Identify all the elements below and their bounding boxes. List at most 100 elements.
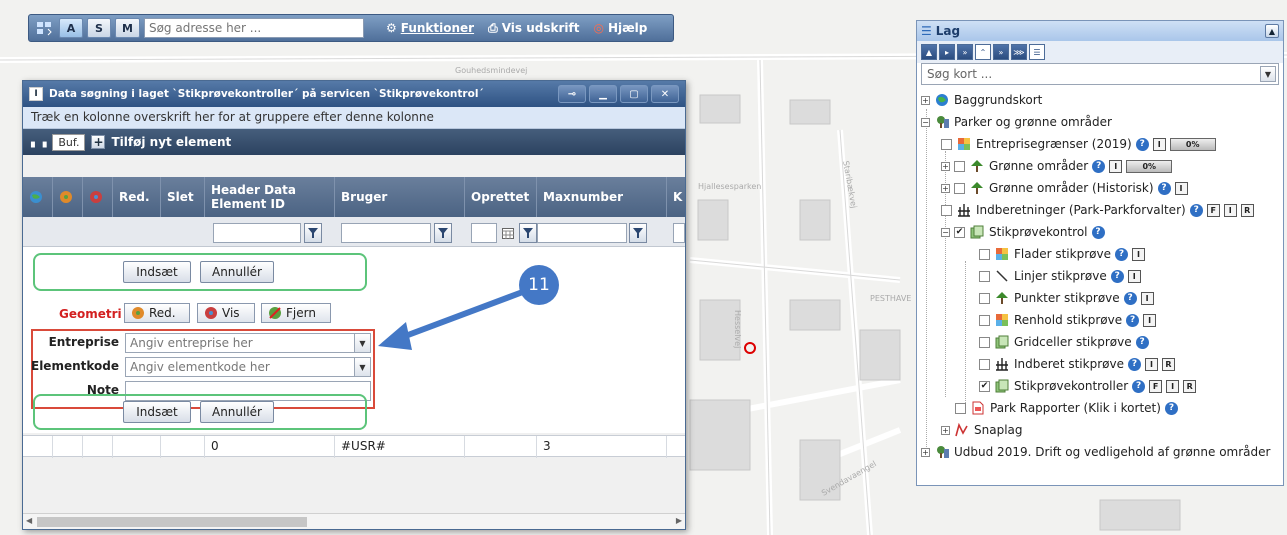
filter-header-id-input[interactable] [213,223,301,243]
expand-icon[interactable]: + [941,161,950,171]
layer-node-stikproevekontrol[interactable]: − ✔ Stikprøvekontrol ? [941,221,1105,243]
help-icon[interactable]: ? [1092,159,1106,173]
layer-node-udbud[interactable]: + Udbud 2019. Drift og vedligehold af gr… [921,441,1270,463]
help-icon[interactable]: ? [1135,335,1149,349]
chevron-down-icon[interactable]: ▼ [354,358,370,376]
help-icon[interactable]: ? [1114,247,1128,261]
layer-panel-titlebar[interactable]: ☰ Lag ▲ [917,21,1283,41]
layer-node-groenne[interactable]: + Grønne områder ? I 0% [941,155,1173,177]
help-icon[interactable]: ? [1157,181,1171,195]
expand-level-icon[interactable]: » [993,44,1009,60]
help-icon[interactable]: ? [1123,291,1137,305]
col-k[interactable]: K [667,177,685,217]
address-search-input[interactable] [143,18,364,38]
report-box[interactable]: R [1240,203,1254,217]
filter-box[interactable]: F [1149,379,1163,393]
vis-udskrift-button[interactable]: ⎙ Vis udskrift [488,21,579,36]
layer-node-punkter[interactable]: Punkter stikprøve ? I [979,287,1154,309]
layer-checkbox[interactable] [979,336,990,348]
collapse-icon[interactable]: ▲ [1265,24,1279,38]
expand-icon[interactable]: + [921,95,930,105]
info-box[interactable]: I [1166,379,1180,393]
col-bruger[interactable]: Bruger [335,177,465,217]
help-icon[interactable]: ? [1110,269,1124,283]
help-button[interactable]: ◎ Hjælp [593,21,647,35]
mode-s-button[interactable]: S [87,18,111,38]
filter-oprettet-input[interactable] [471,223,497,243]
col-header-id[interactable]: Header Data Element ID [205,177,335,217]
map-search-select[interactable]: Søg kort ... ▼ [921,63,1279,85]
maximize-icon[interactable]: ▢ [620,85,648,103]
layer-node-groenne-historisk[interactable]: + Grønne områder (Historisk) ? I [941,177,1188,199]
col-slet[interactable]: Slet [161,177,205,217]
pin-icon[interactable]: ⊸ [558,85,586,103]
add-icon[interactable]: + [91,135,106,149]
add-new-element-button[interactable]: Tilføj nyt element [111,135,231,149]
menu-icon[interactable] [35,19,55,37]
help-icon[interactable]: ? [1135,137,1149,151]
info-box[interactable]: I [1131,247,1145,261]
expand-up-icon[interactable]: ⌃ [975,44,991,60]
col-red[interactable]: Red. [113,177,161,217]
collapse-node-icon[interactable]: − [921,117,930,127]
chevron-down-icon[interactable]: ▼ [354,334,370,352]
geometry-view-button[interactable]: Vis [197,303,255,323]
report-box[interactable]: R [1183,379,1197,393]
list-icon[interactable]: ☰ [1029,44,1045,60]
layer-checkbox[interactable] [979,314,990,326]
layer-checkbox[interactable] [979,248,990,260]
close-icon[interactable]: ✕ [651,85,679,103]
filter-icon[interactable] [434,223,452,243]
help-icon[interactable]: ? [1164,401,1178,415]
filter-bruger-input[interactable] [341,223,431,243]
filter-maxnumber-input[interactable] [537,223,627,243]
geometry-remove-button[interactable]: Fjern [261,303,331,323]
edit-geometry-column-icon[interactable] [53,177,83,217]
filter-icon[interactable] [629,223,647,243]
buffer-button[interactable]: Buf. [52,133,86,151]
layer-checkbox[interactable] [941,204,952,216]
help-icon[interactable]: ? [1132,379,1146,393]
layer-node-flader[interactable]: Flader stikprøve ? I [979,243,1145,265]
cancel-button-top[interactable]: Annullér [200,261,274,283]
help-icon[interactable]: ? [1091,225,1105,239]
layer-node-snaplag[interactable]: + Snaplag [941,419,1023,441]
forward-icon[interactable]: » [957,44,973,60]
filter-k-input[interactable] [673,223,685,243]
layer-checkbox[interactable] [954,182,965,194]
info-box[interactable]: I [1127,269,1141,283]
col-oprettet[interactable]: Oprettet [465,177,537,217]
info-box[interactable]: I [1174,181,1188,195]
collapse-all-icon[interactable]: ▲ [921,44,937,60]
layer-node-indberet[interactable]: Indberet stikprøve ? I R [979,353,1175,375]
layer-node-stikproevekontroller[interactable]: ✔ Stikprøvekontroller ? F I R [979,375,1197,397]
view-geometry-column-icon[interactable] [83,177,113,217]
filter-box[interactable]: F [1206,203,1220,217]
layer-node-parker[interactable]: − Parker og grønne områder [921,111,1112,133]
calendar-icon[interactable] [499,223,517,243]
expand-all-icon[interactable]: ⋙ [1011,44,1027,60]
entreprise-select[interactable]: Angiv entreprise her ▼ [125,333,371,353]
layer-checkbox[interactable] [955,402,966,414]
cancel-button-bottom[interactable]: Annullér [200,401,274,423]
info-box[interactable]: I [1109,159,1123,173]
minimize-icon[interactable]: ▁ [589,85,617,103]
info-box[interactable]: I [1143,313,1157,327]
layer-node-park-rapporter[interactable]: Park Rapporter (Klik i kortet) ? [955,397,1178,419]
info-box[interactable]: I [1152,137,1166,151]
geometry-edit-button[interactable]: Red. [124,303,190,323]
expand-icon[interactable]: + [941,183,950,193]
layer-checkbox[interactable]: ✔ [979,380,990,392]
horizontal-scrollbar[interactable]: ◀ ▶ [23,513,685,529]
layer-checkbox[interactable] [954,160,965,172]
col-maxnumber[interactable]: Maxnumber [537,177,667,217]
info-box[interactable]: I [1144,357,1158,371]
group-by-hint[interactable]: Træk en kolonne overskrift her for at gr… [23,107,685,129]
info-box[interactable]: I [1223,203,1237,217]
dialog-titlebar[interactable]: I Data søgning i laget `Stikprøvekontrol… [23,81,685,107]
funktioner-button[interactable]: ⚙ Funktioner [386,21,474,35]
step-icon[interactable]: ▸ [939,44,955,60]
expand-icon[interactable]: + [941,425,950,435]
layer-node-indberetninger[interactable]: Indberetninger (Park-Parkforvalter) ? F … [941,199,1254,221]
filter-icon[interactable] [519,223,537,243]
